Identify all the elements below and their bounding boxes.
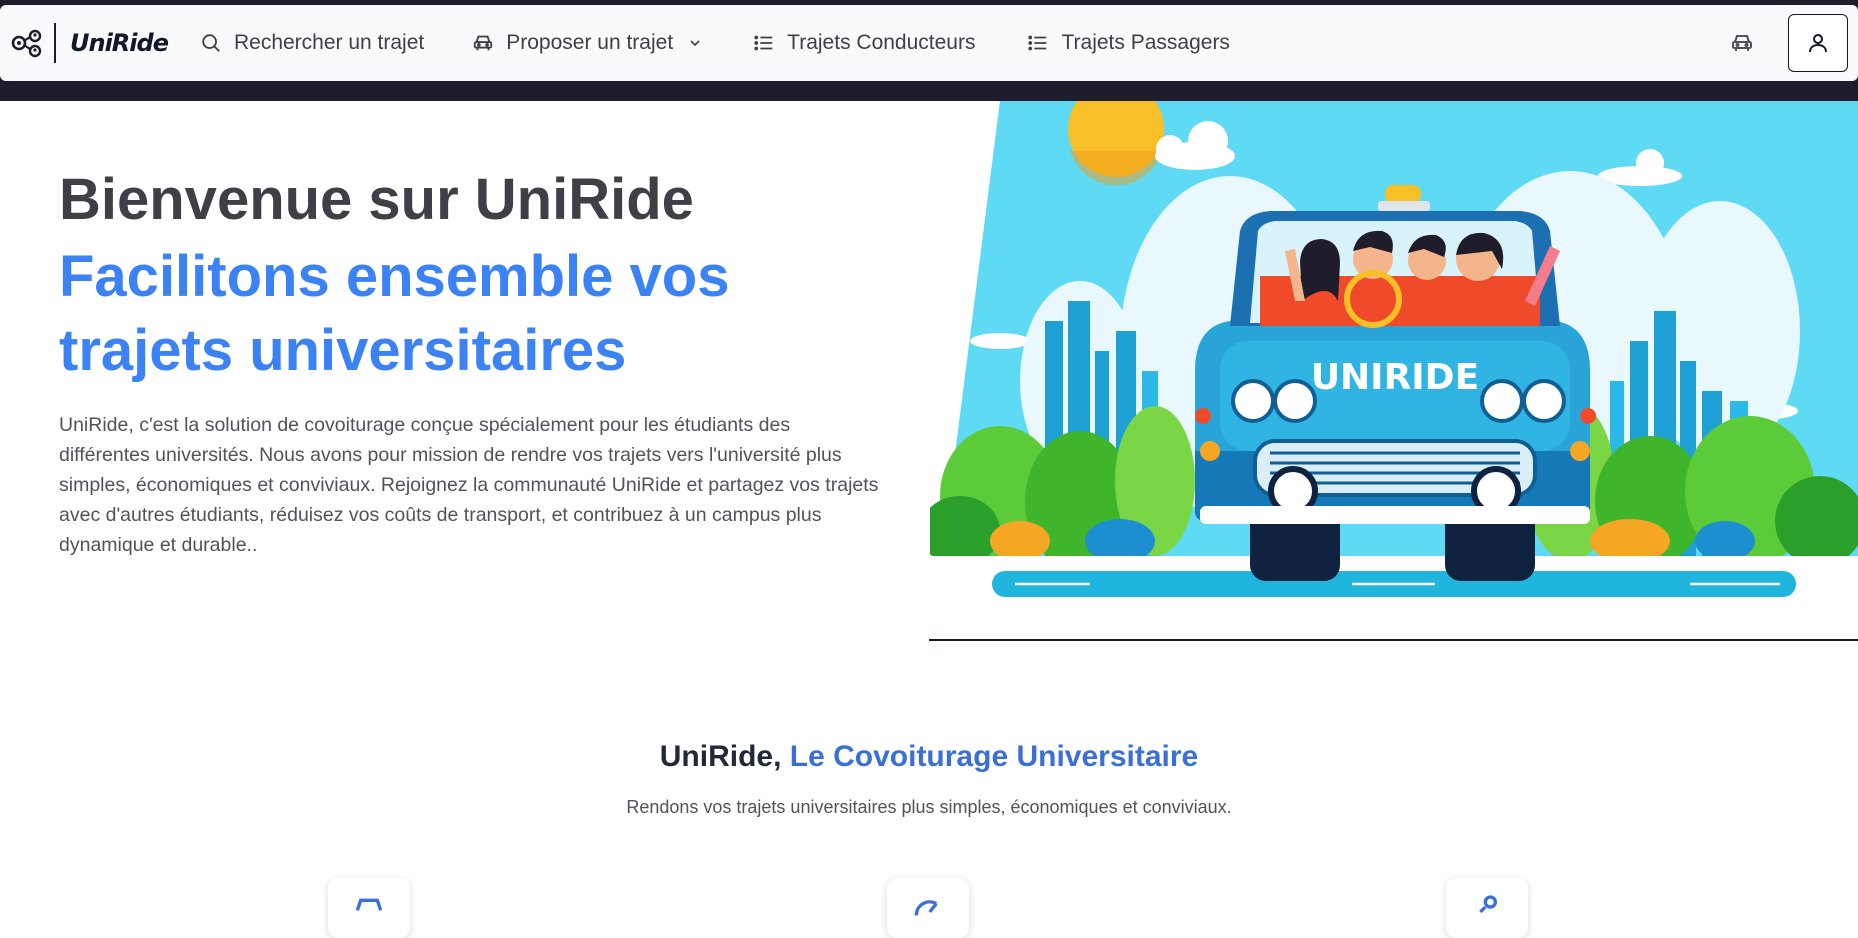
- nav-label: Trajets Passagers: [1061, 31, 1230, 54]
- nav-trajets-passagers[interactable]: Trajets Passagers: [1027, 23, 1230, 63]
- feature-card: [887, 878, 969, 938]
- section-title-part2: Le Covoiturage Universitaire: [789, 740, 1199, 773]
- navbar: UniRide Rechercher un trajet Proposer un…: [0, 5, 1858, 81]
- section-title: UniRide, Le Covoiturage Universitaire: [0, 740, 1858, 774]
- car-icon: [355, 898, 383, 911]
- logo-divider: [54, 23, 56, 63]
- list-icon: [1028, 35, 1047, 51]
- gauge-icon: [914, 900, 938, 916]
- nav-right-actions: [1730, 5, 1858, 81]
- user-icon: [1809, 34, 1827, 53]
- hero-illustration: UNIRIDE: [930, 101, 1858, 641]
- chevron-down-icon: [690, 40, 700, 47]
- uniride-logo-icon: [11, 29, 42, 58]
- feature-card: [1446, 878, 1528, 938]
- nav-label: Trajets Conducteurs: [787, 31, 976, 54]
- section-description: Rendons vos trajets universitaires plus …: [626, 797, 1232, 817]
- nav-label: Rechercher un trajet: [233, 31, 425, 54]
- car-plate-text: UNIRIDE: [1311, 357, 1479, 398]
- nav-label: Proposer un trajet: [506, 31, 674, 54]
- hero-title: Bienvenue sur UniRide: [59, 167, 694, 232]
- feature-card: [328, 878, 410, 938]
- nav-rechercher-trajet[interactable]: Rechercher un trajet: [200, 23, 424, 63]
- users-icon: [1479, 895, 1497, 914]
- nav-trajets-conducteurs[interactable]: Trajets Conducteurs: [753, 23, 975, 63]
- hero-subtitle-line2: trajets universitaires: [59, 318, 627, 383]
- hero-divider: [929, 639, 1858, 641]
- nav-proposer-trajet[interactable]: Proposer un trajet: [472, 23, 703, 63]
- brand-name: UniRide: [70, 29, 169, 57]
- car-icon: [474, 35, 493, 51]
- hero-text: Bienvenue sur UniRide Facilitons ensembl…: [59, 160, 879, 560]
- section-title-part1: UniRide,: [659, 740, 782, 773]
- hero-description: UniRide, c'est la solution de covoiturag…: [59, 414, 879, 556]
- search-icon: [202, 34, 220, 52]
- list-icon: [754, 35, 773, 51]
- car-icon: [1732, 35, 1752, 51]
- user-account-button[interactable]: [1788, 14, 1848, 72]
- my-car-button[interactable]: [1730, 31, 1754, 55]
- logo[interactable]: UniRide: [10, 23, 169, 63]
- hero-subtitle-line1: Facilitons ensemble vos: [59, 244, 730, 309]
